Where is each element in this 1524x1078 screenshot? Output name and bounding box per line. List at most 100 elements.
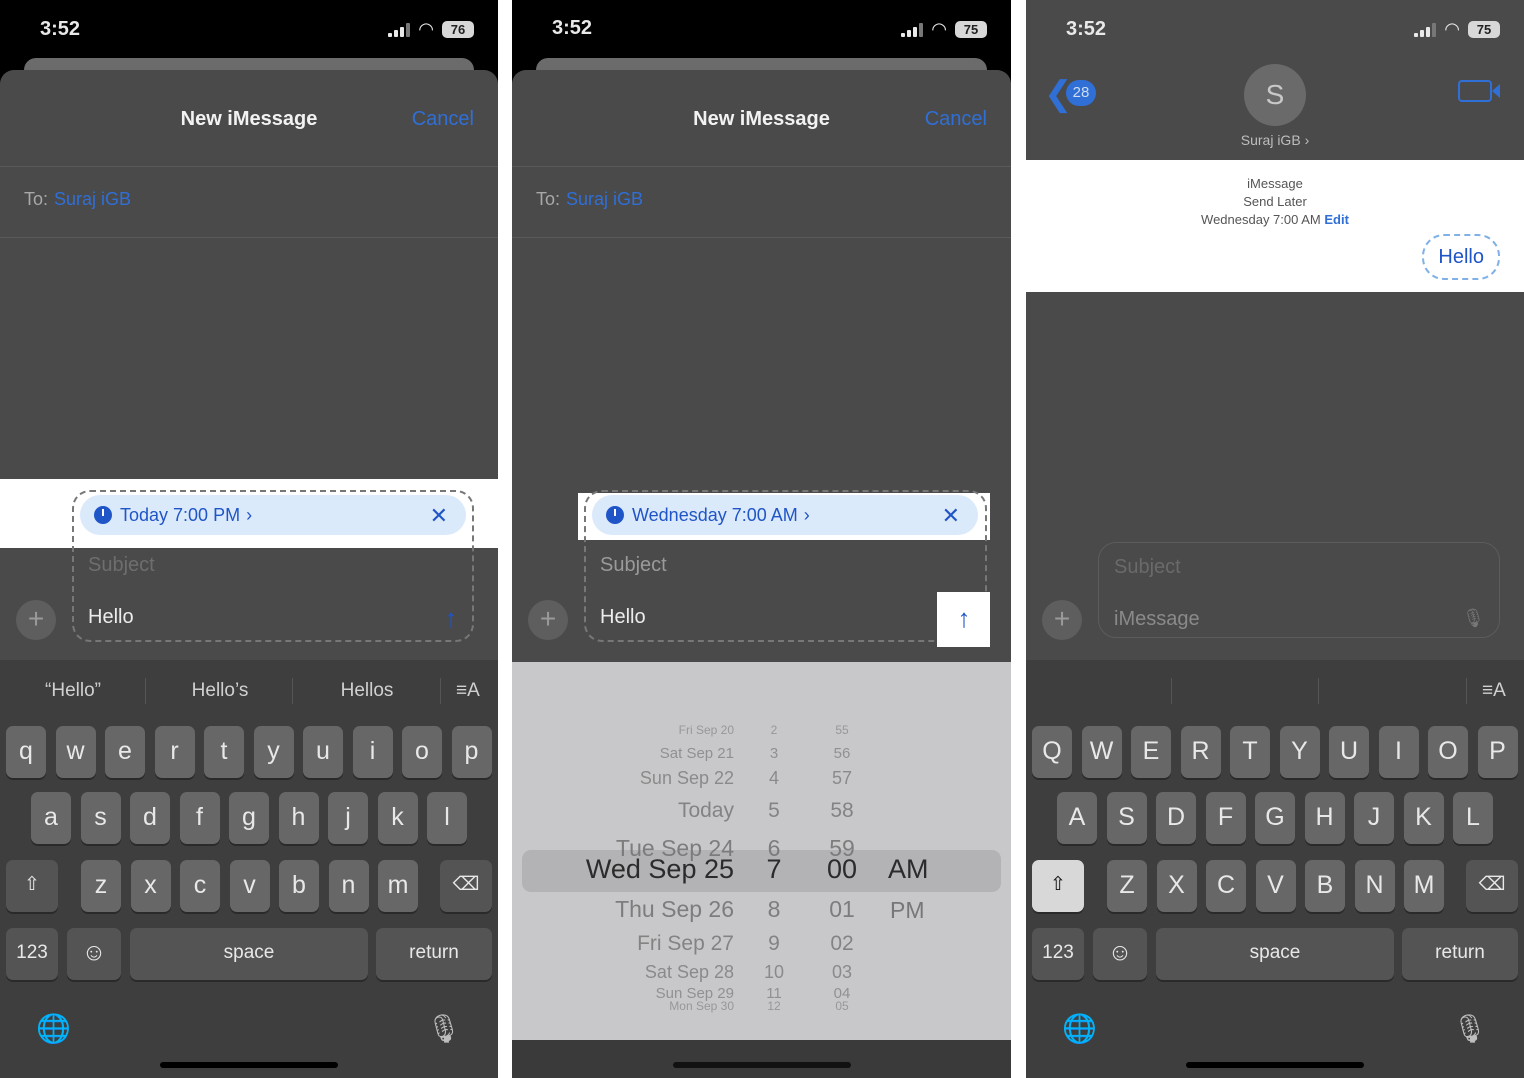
key-a[interactable]: a — [31, 792, 71, 844]
key-y[interactable]: y — [253, 726, 294, 778]
key-f[interactable]: F — [1205, 792, 1246, 844]
space-key[interactable]: space — [130, 928, 368, 980]
picker-hour[interactable]: 9 — [762, 932, 786, 956]
picker-hour[interactable]: 10 — [762, 962, 786, 983]
recipient-row[interactable]: To: Suraj iGB — [0, 166, 498, 238]
space-key[interactable]: space — [1156, 928, 1394, 980]
date-time-picker[interactable]: Fri Sep 20 Sat Sep 21 Sun Sep 22 Today Tue S… — [512, 662, 1011, 1040]
key-v[interactable]: V — [1255, 860, 1296, 912]
picker-day[interactable]: Sat Sep 28 — [645, 962, 734, 983]
emoji-icon[interactable]: ☺ — [67, 928, 121, 980]
picker-hour[interactable]: 2 — [762, 723, 786, 737]
key-k[interactable]: k — [377, 792, 418, 844]
key-d[interactable]: D — [1156, 792, 1196, 844]
text-format-icon[interactable]: ≡A — [1482, 680, 1506, 702]
key-m[interactable]: m — [378, 860, 418, 912]
key-i[interactable]: I — [1378, 726, 1419, 778]
picker-day[interactable]: Wed Sep 25 — [586, 854, 734, 885]
key-m[interactable]: M — [1404, 860, 1444, 912]
dictation-icon[interactable]: 🎙 — [1462, 608, 1485, 629]
key-b[interactable]: b — [279, 860, 319, 912]
picker-day[interactable]: Thu Sep 26 — [615, 896, 734, 923]
key-s[interactable]: S — [1106, 792, 1147, 844]
key-u[interactable]: u — [303, 726, 343, 778]
schedule-pill[interactable]: Today 7:00 PM › ✕ — [80, 495, 466, 535]
picker-day[interactable]: Sun Sep 22 — [640, 768, 734, 789]
key-p[interactable]: p — [451, 726, 492, 778]
picker-hour[interactable]: 3 — [762, 745, 786, 762]
subject-input[interactable]: Subject — [600, 554, 667, 577]
globe-icon[interactable]: 🌐 — [36, 1012, 71, 1046]
key-c[interactable]: c — [180, 860, 220, 912]
picker-day[interactable]: Today — [678, 799, 734, 823]
key-g[interactable]: G — [1255, 792, 1295, 844]
message-bubble[interactable]: Hello — [1422, 234, 1500, 280]
key-t[interactable]: t — [204, 726, 244, 778]
key-d[interactable]: d — [130, 792, 170, 844]
picker-minute[interactable]: 58 — [822, 799, 862, 823]
key-b[interactable]: B — [1305, 860, 1345, 912]
key-l[interactable]: l — [427, 792, 467, 844]
key-n[interactable]: N — [1354, 860, 1395, 912]
key-w[interactable]: W — [1081, 726, 1122, 778]
key-h[interactable]: h — [278, 792, 319, 844]
key-q[interactable]: Q — [1032, 726, 1072, 778]
picker-period-am[interactable]: AM — [888, 854, 929, 885]
recipient-name[interactable]: Suraj iGB — [566, 189, 643, 210]
picker-day[interactable]: Fri Sep 20 — [679, 723, 734, 737]
delete-icon[interactable]: ⌫ — [1466, 860, 1518, 912]
key-z[interactable]: Z — [1107, 860, 1147, 912]
key-o[interactable]: o — [402, 726, 442, 778]
message-input[interactable]: Hello — [600, 606, 646, 629]
picker-minute[interactable]: 55 — [822, 723, 862, 737]
key-c[interactable]: C — [1206, 860, 1246, 912]
picker-day[interactable]: Mon Sep 30 — [669, 999, 734, 1013]
key-p[interactable]: P — [1477, 726, 1518, 778]
key-r[interactable]: R — [1180, 726, 1221, 778]
key-u[interactable]: U — [1329, 726, 1369, 778]
send-button[interactable]: ↑ — [436, 604, 466, 634]
key-q[interactable]: q — [6, 726, 46, 778]
close-icon[interactable]: ✕ — [942, 503, 960, 529]
key-n[interactable]: n — [328, 860, 369, 912]
picker-minute[interactable]: 57 — [822, 768, 862, 789]
numbers-key[interactable]: 123 — [1032, 928, 1084, 980]
key-a[interactable]: A — [1057, 792, 1097, 844]
picker-period-pm[interactable]: PM — [890, 897, 925, 924]
key-x[interactable]: x — [130, 860, 171, 912]
close-icon[interactable]: ✕ — [430, 503, 448, 529]
picker-day[interactable]: Fri Sep 27 — [637, 932, 734, 956]
key-y[interactable]: Y — [1279, 726, 1320, 778]
subject-input[interactable]: Subject — [1114, 556, 1181, 579]
globe-icon[interactable]: 🌐 — [1062, 1012, 1097, 1046]
key-r[interactable]: r — [154, 726, 195, 778]
return-key[interactable]: return — [1402, 928, 1518, 980]
key-e[interactable]: E — [1131, 726, 1171, 778]
send-button[interactable]: ↑ — [949, 604, 979, 634]
picker-day[interactable]: Sat Sep 21 — [660, 745, 734, 762]
recipient-row[interactable]: To: Suraj iGB — [512, 166, 1011, 238]
suggestion-1[interactable]: “Hello” — [8, 680, 138, 702]
key-l[interactable]: L — [1453, 792, 1493, 844]
picker-minute[interactable]: 05 — [822, 999, 862, 1013]
key-k[interactable]: K — [1403, 792, 1444, 844]
key-t[interactable]: T — [1230, 726, 1270, 778]
picker-hour[interactable]: 5 — [762, 799, 786, 823]
avatar[interactable]: S — [1244, 64, 1306, 126]
key-s[interactable]: s — [80, 792, 121, 844]
return-key[interactable]: return — [376, 928, 492, 980]
contact-name[interactable]: Suraj iGB › — [1026, 132, 1524, 148]
key-j[interactable]: J — [1354, 792, 1394, 844]
subject-input[interactable]: Subject — [88, 554, 155, 577]
key-o[interactable]: O — [1428, 726, 1468, 778]
picker-minute[interactable]: 03 — [822, 962, 862, 983]
emoji-icon[interactable]: ☺ — [1093, 928, 1147, 980]
microphone-icon[interactable]: 🎙 — [426, 1012, 462, 1046]
key-w[interactable]: w — [55, 726, 96, 778]
microphone-icon[interactable]: 🎙 — [1452, 1012, 1488, 1046]
recipient-name[interactable]: Suraj iGB — [54, 189, 131, 210]
numbers-key[interactable]: 123 — [6, 928, 58, 980]
picker-minute[interactable]: 02 — [822, 932, 862, 956]
message-input[interactable]: iMessage — [1114, 608, 1200, 631]
picker-hour[interactable]: 12 — [762, 999, 786, 1013]
